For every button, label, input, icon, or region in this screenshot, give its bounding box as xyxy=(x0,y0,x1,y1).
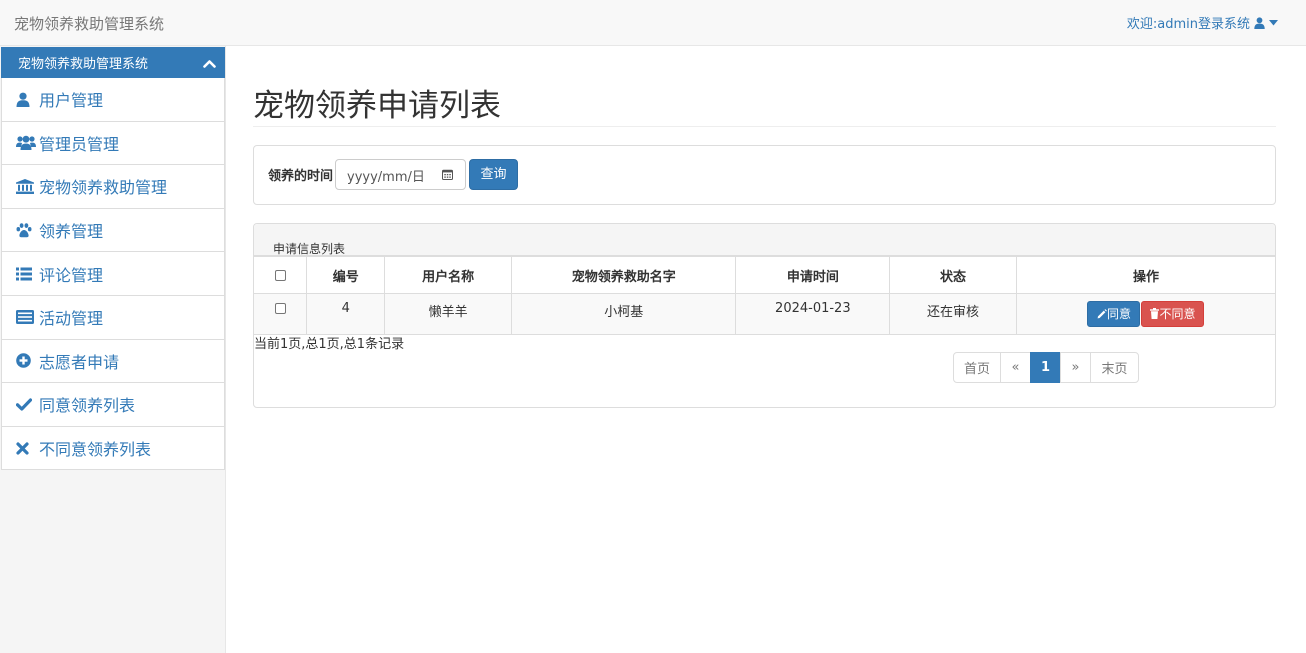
sidebar-item-pet-rescue-management[interactable]: 宠物领养救助管理 xyxy=(1,165,225,209)
cell-actions: 同意 不同意 xyxy=(1015,293,1275,335)
caret-down-icon xyxy=(1269,19,1278,26)
column-header-apply-date: 申请时间 xyxy=(735,256,891,294)
adoption-date-input[interactable]: yyyy/mm/日 xyxy=(335,159,466,190)
sidebar: 宠物领养救助管理系统 用户管理 管理员管理 宠物领养救助管理 领养管理 评论管理… xyxy=(0,46,226,653)
sidebar-item-adoption-management[interactable]: 领养管理 xyxy=(1,208,225,253)
sidebar-item-label: 评论管理 xyxy=(39,265,104,285)
plus-circle-icon xyxy=(16,353,36,369)
cell-user-name: 懒羊羊 xyxy=(384,293,512,335)
institution-icon xyxy=(16,178,36,194)
approve-button-label: 同意 xyxy=(1106,307,1131,321)
pagination-first-page[interactable]: 首页 xyxy=(953,352,1001,383)
sidebar-item-label: 管理员管理 xyxy=(39,134,120,154)
pagination-info: 当前1页,总1页,总1条记录 xyxy=(254,337,405,352)
sidebar-item-activity-management[interactable]: 活动管理 xyxy=(1,295,225,340)
search-button[interactable]: 查询 xyxy=(469,159,518,190)
search-panel: 领养的时间 yyyy/mm/日 查询 xyxy=(253,145,1276,205)
brand-title[interactable]: 宠物领养救助管理系统 xyxy=(14,13,164,34)
sidebar-item-label: 不同意领养列表 xyxy=(39,440,152,460)
top-navbar: 宠物领养救助管理系统 欢迎:admin登录系统 xyxy=(0,0,1306,46)
list-icon xyxy=(16,267,36,281)
calendar-icon[interactable] xyxy=(442,169,453,184)
page-title: 宠物领养申请列表 xyxy=(253,88,501,124)
check-icon xyxy=(16,398,36,411)
column-header-status: 状态 xyxy=(889,256,1017,294)
column-header-user-name: 用户名称 xyxy=(384,256,512,294)
sidebar-item-label: 宠物领养救助管理 xyxy=(39,178,168,198)
approve-button[interactable]: 同意 xyxy=(1087,301,1141,327)
sidebar-item-label: 志愿者申请 xyxy=(39,352,120,372)
cell-apply-date: 2024-01-23 xyxy=(735,293,891,335)
column-header-id: 编号 xyxy=(306,256,386,294)
sidebar-item-label: 领养管理 xyxy=(39,222,104,242)
users-icon xyxy=(16,135,36,151)
sidebar-item-comment-management[interactable]: 评论管理 xyxy=(1,252,225,296)
sidebar-header-label: 宠物领养救助管理系统 xyxy=(18,57,149,72)
user-icon xyxy=(16,92,36,107)
reject-button[interactable]: 不同意 xyxy=(1141,301,1205,327)
times-icon xyxy=(16,441,36,455)
card-list-icon xyxy=(16,310,36,325)
table-row: 4 懒羊羊 小柯基 2024-01-23 还在审核 同意 不同意 xyxy=(254,293,1275,335)
list-panel-title: 申请信息列表 xyxy=(273,242,346,256)
date-input-placeholder: yyyy/mm/日 xyxy=(347,170,425,185)
reject-button-label: 不同意 xyxy=(1159,307,1196,321)
sidebar-item-label: 活动管理 xyxy=(39,309,104,329)
adoption-date-label: 领养的时间 xyxy=(268,169,334,184)
user-icon xyxy=(1254,16,1265,29)
pagination-next[interactable]: » xyxy=(1060,352,1091,383)
pencil-icon xyxy=(1097,309,1107,319)
pagination-current-page[interactable]: 1 xyxy=(1030,352,1061,383)
row-select-cell xyxy=(254,293,308,335)
pagination-last-page[interactable]: 末页 xyxy=(1090,352,1139,383)
sidebar-item-rejected-adoption-list[interactable]: 不同意领养列表 xyxy=(1,426,225,471)
sidebar-item-user-management[interactable]: 用户管理 xyxy=(1,78,225,122)
application-table: 编号 用户名称 宠物领养救助名字 申请时间 状态 操作 4 懒羊羊 小柯基 20… xyxy=(254,256,1275,335)
sidebar-item-admin-management[interactable]: 管理员管理 xyxy=(1,121,225,166)
sidebar-item-volunteer-application[interactable]: 志愿者申请 xyxy=(1,339,225,384)
user-menu[interactable]: 欢迎:admin登录系统 xyxy=(1127,13,1278,32)
paw-icon xyxy=(16,222,36,238)
title-divider xyxy=(253,126,1276,127)
table-header-row: 编号 用户名称 宠物领养救助名字 申请时间 状态 操作 xyxy=(254,256,1275,294)
list-panel-heading: 申请信息列表 xyxy=(254,224,1275,256)
user-menu-label: 欢迎:admin登录系统 xyxy=(1126,17,1250,32)
select-all-cell xyxy=(254,256,308,294)
sidebar-menu: 用户管理 管理员管理 宠物领养救助管理 领养管理 评论管理 活动管理 志愿者申请… xyxy=(1,78,225,471)
sidebar-item-approved-adoption-list[interactable]: 同意领养列表 xyxy=(1,383,225,427)
application-list-panel: 申请信息列表 编号 用户名称 宠物领养救助名字 申请时间 状态 操作 4 懒羊羊… xyxy=(253,223,1276,408)
cell-status: 还在审核 xyxy=(889,293,1017,335)
column-header-pet-name: 宠物领养救助名字 xyxy=(510,256,737,294)
select-all-checkbox[interactable] xyxy=(274,269,286,281)
cell-id: 4 xyxy=(306,293,386,335)
cell-pet-name: 小柯基 xyxy=(510,293,737,335)
chevron-up-icon xyxy=(203,57,216,72)
pagination: 首页 « 1 » 末页 xyxy=(953,352,1139,383)
pagination-prev[interactable]: « xyxy=(1000,352,1031,383)
column-header-actions: 操作 xyxy=(1015,256,1275,294)
sidebar-header[interactable]: 宠物领养救助管理系统 xyxy=(1,47,225,78)
sidebar-item-label: 同意领养列表 xyxy=(39,396,136,416)
row-checkbox[interactable] xyxy=(274,303,286,314)
sidebar-item-label: 用户管理 xyxy=(39,91,104,111)
